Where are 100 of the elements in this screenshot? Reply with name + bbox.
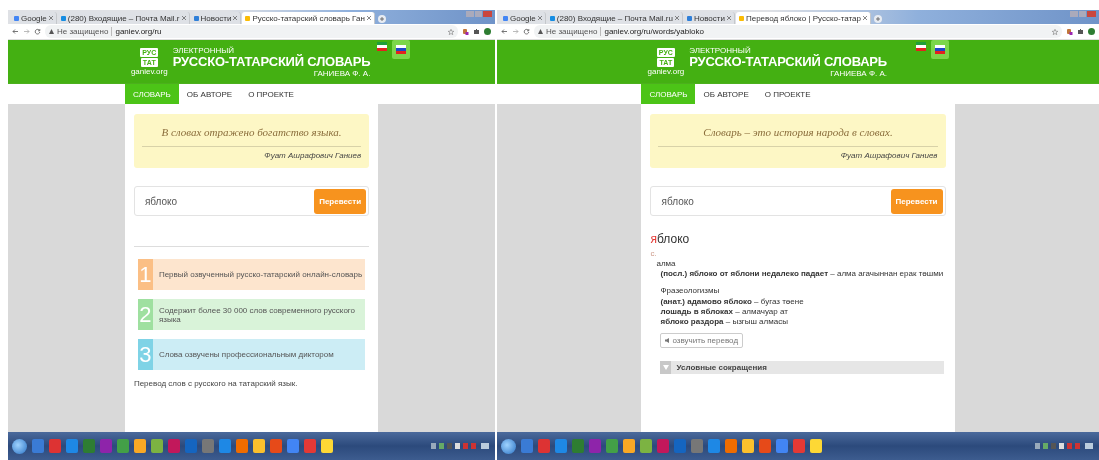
nav-tab[interactable]: ОБ АВТОРЕ — [178, 84, 241, 104]
close-icon[interactable] — [674, 16, 679, 20]
nav-tab[interactable]: ОБ АВТОРЕ — [695, 84, 757, 104]
back-arrow-icon[interactable] — [501, 28, 508, 35]
close-icon[interactable] — [366, 16, 371, 20]
taskbar-app-icon[interactable] — [776, 439, 788, 453]
taskbar-app-icon[interactable] — [151, 439, 163, 453]
taskbar-app-icon[interactable] — [134, 439, 146, 453]
close-icon[interactable] — [537, 16, 542, 20]
taskbar-app-icon[interactable] — [657, 439, 669, 453]
site-author: ГАНИЕВА Ф. А. — [830, 69, 887, 78]
taskbar-app-icon[interactable] — [725, 439, 737, 453]
nav-tab[interactable]: О ПРОЕКТЕ — [756, 84, 819, 104]
quote-author: Фуат Ашрафович Ганиев — [840, 151, 938, 160]
taskbar-app-icon[interactable] — [100, 439, 112, 453]
taskbar-app-icon[interactable] — [674, 439, 686, 453]
favicon-icon — [503, 15, 508, 21]
taskbar-app-icon[interactable] — [555, 439, 567, 453]
browser-tab[interactable]: Google — [11, 12, 57, 24]
taskbar-app-icon[interactable] — [708, 439, 720, 453]
warning-icon — [49, 29, 54, 34]
forward-arrow-icon[interactable] — [512, 28, 519, 35]
taskbar-app-icon[interactable] — [168, 439, 180, 453]
taskbar-app-icon[interactable] — [691, 439, 703, 453]
system-tray-icon[interactable] — [1035, 442, 1095, 450]
forward-arrow-icon[interactable] — [23, 28, 30, 35]
taskbar-app-icon[interactable] — [521, 439, 533, 453]
reload-icon[interactable] — [34, 28, 41, 35]
taskbar-app-icon[interactable] — [219, 439, 231, 453]
play-audio-button[interactable]: озвучить перевод — [660, 333, 744, 348]
window-controls-icon[interactable] — [1070, 11, 1096, 18]
window-controls-icon[interactable] — [466, 11, 492, 18]
search-field[interactable]: яблоко Перевести — [133, 186, 370, 216]
browser-tab[interactable]: Google — [500, 12, 546, 24]
taskbar-app-icon[interactable] — [49, 439, 61, 453]
warning-icon — [538, 29, 543, 34]
address-bar[interactable]: Не защищено ganiev.org/ru/words/yabloko — [534, 25, 1062, 38]
browser-tab[interactable]: Русско-татарский словарь Ган — [242, 12, 375, 24]
system-tray-icon[interactable] — [431, 442, 491, 450]
taskbar-app-icon[interactable] — [572, 439, 584, 453]
security-label: Не защищено — [546, 27, 598, 36]
taskbar-app-icon[interactable] — [185, 439, 197, 453]
taskbar-app-icon[interactable] — [640, 439, 652, 453]
star-icon[interactable] — [1052, 28, 1058, 35]
close-icon[interactable] — [862, 16, 867, 20]
browser-tab[interactable]: Перевод яблоко | Русско-татар — [735, 12, 871, 24]
language-flag[interactable] — [392, 40, 411, 59]
feature-text: Первый озвученный русско-татарский онлайн-словарь — [158, 270, 363, 279]
favicon-icon — [193, 15, 199, 21]
nav-tab[interactable]: О ПРОЕКТЕ — [240, 84, 302, 104]
taskbar-app-icon[interactable] — [117, 439, 129, 453]
taskbar-app-icon[interactable] — [202, 439, 214, 453]
feature-number: 3 — [137, 339, 153, 370]
back-arrow-icon[interactable] — [12, 28, 19, 35]
site-title: РУССКО-ТАТАРСКИЙ СЛОВАРЬ — [689, 55, 887, 69]
feature-text: Содержит более 30 000 слов современного русского языка — [158, 305, 357, 324]
search-field[interactable]: яблоко Перевести — [650, 186, 946, 216]
address-bar[interactable]: Не защищено ganiev.org/ru — [45, 25, 458, 38]
avatar-icon[interactable] — [1088, 28, 1095, 35]
site-author: ГАНИЕВА Ф. А. — [313, 69, 371, 78]
extension-icon[interactable] — [462, 28, 469, 35]
close-icon[interactable] — [726, 16, 731, 20]
taskbar-app-icon[interactable] — [538, 439, 550, 453]
taskbar-app-icon[interactable] — [270, 439, 282, 453]
plus-icon[interactable] — [377, 15, 386, 23]
triangle-down-icon — [663, 365, 669, 370]
taskbar-app-icon[interactable] — [623, 439, 635, 453]
speaker-icon — [665, 338, 670, 343]
taskbar-app-icon[interactable] — [253, 439, 265, 453]
language-flag[interactable] — [930, 40, 949, 59]
taskbar-app-icon[interactable] — [287, 439, 299, 453]
avatar-icon[interactable] — [484, 28, 491, 35]
taskbar-app-icon[interactable] — [321, 439, 333, 453]
puzzle-icon[interactable] — [473, 28, 480, 35]
start-button[interactable] — [501, 438, 516, 454]
taskbar-app-icon[interactable] — [32, 439, 44, 453]
taskbar-app-icon[interactable] — [606, 439, 618, 453]
taskbar-app-icon[interactable] — [793, 439, 805, 453]
taskbar-app-icon[interactable] — [589, 439, 601, 453]
taskbar-app-icon[interactable] — [759, 439, 771, 453]
close-icon[interactable] — [48, 16, 53, 20]
reload-icon[interactable] — [523, 28, 530, 35]
taskbar-app-icon[interactable] — [810, 439, 822, 453]
star-icon[interactable] — [448, 28, 454, 35]
taskbar-app-icon[interactable] — [742, 439, 754, 453]
taskbar-app-icon[interactable] — [66, 439, 78, 453]
abbreviations-toggle[interactable]: Условные сокращения — [660, 361, 944, 374]
example-line: (посл.) яблоко от яблони недалеко падает – алма агачыннан ерак төшми — [659, 269, 945, 278]
extension-icon[interactable] — [1066, 28, 1073, 35]
taskbar-app-icon[interactable] — [83, 439, 95, 453]
favicon-icon — [686, 15, 692, 21]
url-text: ganiev.org/ru — [111, 27, 162, 36]
close-icon[interactable] — [233, 16, 238, 20]
taskbar-app-icon[interactable] — [236, 439, 248, 453]
plus-icon[interactable] — [873, 15, 882, 23]
taskbar-app-icon[interactable] — [304, 439, 316, 453]
start-button[interactable] — [12, 438, 27, 454]
part-of-speech: с. — [650, 249, 658, 258]
close-icon[interactable] — [181, 16, 186, 20]
puzzle-icon[interactable] — [1077, 28, 1084, 35]
